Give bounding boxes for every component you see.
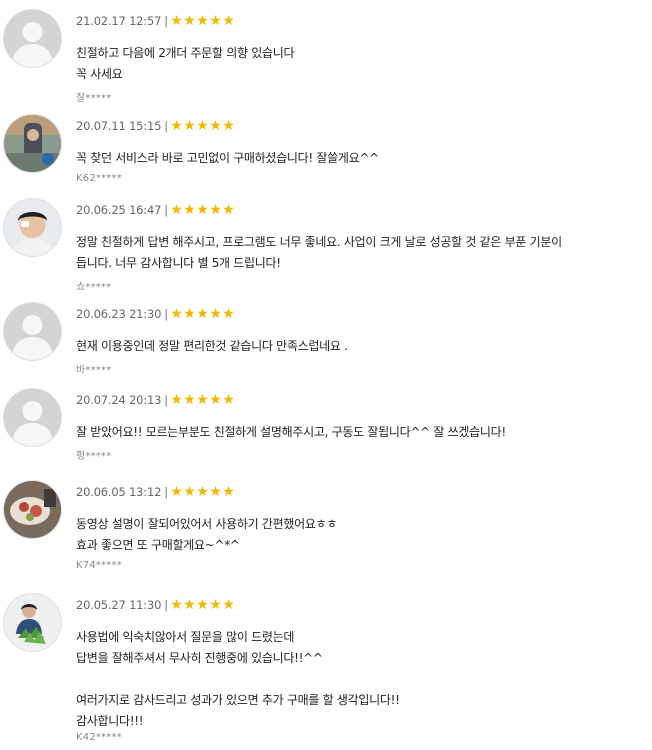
review-meta: 21.02.17 12:57 | ★ ★ ★ ★ ★ [76,13,235,29]
review-text: 잘 받았어요!! 모르는부분도 친절하게 설명해주시고, 구동도 잘됩니다^^ … [76,425,506,439]
review-author: 바***** [76,365,112,376]
review-meta: 20.06.23 21:30 | ★ ★ ★ ★ ★ [76,306,235,322]
default-avatar-icon [3,9,62,68]
star-icon: ★ [222,392,235,408]
review-meta: 20.06.25 16:47 | ★ ★ ★ ★ ★ [76,202,235,218]
star-icon: ★ [183,118,196,134]
star-icon: ★ [183,13,196,29]
star-icon: ★ [209,392,222,408]
rating-stars: ★ ★ ★ ★ ★ [170,14,235,28]
review-author: 펑***** [76,451,112,462]
star-icon: ★ [196,202,209,218]
review-text: 현재 이용중인데 정말 편리한것 같습니다 만족스럽네요 . [76,339,348,353]
star-icon: ★ [196,597,209,613]
star-icon: ★ [209,484,222,500]
star-icon: ★ [170,202,183,218]
rating-stars: ★ ★ ★ ★ ★ [170,307,235,321]
star-icon: ★ [183,484,196,500]
review-date: 20.07.24 20:13 [76,393,162,407]
star-icon: ★ [183,202,196,218]
star-icon: ★ [209,202,222,218]
review-date: 20.06.25 16:47 [76,203,162,217]
star-icon: ★ [170,13,183,29]
review-author: K62***** [76,173,122,184]
star-icon: ★ [183,392,196,408]
meta-separator: | [164,393,168,407]
default-avatar-icon [3,388,62,447]
star-icon: ★ [222,484,235,500]
star-icon: ★ [222,118,235,134]
review-author: 쇼***** [76,282,112,293]
review-author: 잘***** [76,93,112,104]
meta-separator: | [164,119,168,133]
star-icon: ★ [196,118,209,134]
star-icon: ★ [170,597,183,613]
star-icon: ★ [170,484,183,500]
photo-avatar-icon [3,198,62,257]
default-avatar-icon [3,302,62,361]
review-date: 20.06.05 13:12 [76,485,162,499]
meta-separator: | [164,14,168,28]
photo-avatar-icon [3,480,62,539]
review-text: 동영상 설명이 잘되어있어서 사용하기 간편했어요ㅎㅎ 효과 좋으면 또 구매할… [76,517,338,552]
meta-separator: | [164,598,168,612]
star-icon: ★ [183,306,196,322]
star-icon: ★ [222,597,235,613]
review-text: 친절하고 다음에 2개더 주문할 의향 있습니다 꼭 사세요 [76,46,295,81]
star-icon: ★ [209,118,222,134]
star-icon: ★ [222,13,235,29]
rating-stars: ★ ★ ★ ★ ★ [170,119,235,133]
review-meta: 20.07.24 20:13 | ★ ★ ★ ★ ★ [76,392,235,408]
review-date: 20.07.11 15:15 [76,119,162,133]
photo-avatar-icon [3,593,62,652]
star-icon: ★ [196,13,209,29]
star-icon: ★ [170,118,183,134]
star-icon: ★ [222,306,235,322]
star-icon: ★ [196,392,209,408]
rating-stars: ★ ★ ★ ★ ★ [170,203,235,217]
star-icon: ★ [209,13,222,29]
review-author: K74***** [76,560,122,571]
rating-stars: ★ ★ ★ ★ ★ [170,393,235,407]
rating-stars: ★ ★ ★ ★ ★ [170,485,235,499]
meta-separator: | [164,485,168,499]
review-text: 사용법에 익숙치않아서 질문을 많이 드렸는데 답변을 잘해주셔서 무사히 진행… [76,630,400,728]
photo-avatar-icon [3,114,62,173]
review-author: K42***** [76,732,122,743]
review-meta: 20.07.11 15:15 | ★ ★ ★ ★ ★ [76,118,235,134]
rating-stars: ★ ★ ★ ★ ★ [170,598,235,612]
review-date: 20.06.23 21:30 [76,307,162,321]
meta-separator: | [164,203,168,217]
review-meta: 20.05.27 11:30 | ★ ★ ★ ★ ★ [76,597,235,613]
star-icon: ★ [196,484,209,500]
star-icon: ★ [209,597,222,613]
star-icon: ★ [170,306,183,322]
review-text: 꼭 찾던 서비스라 바로 고민없이 구매하셨습니다! 잘쓸게요^^ [76,151,379,165]
review-date: 20.05.27 11:30 [76,598,162,612]
review-meta: 20.06.05 13:12 | ★ ★ ★ ★ ★ [76,484,235,500]
star-icon: ★ [222,202,235,218]
star-icon: ★ [170,392,183,408]
star-icon: ★ [183,597,196,613]
review-text: 정말 친절하게 답변 해주시고, 프로그램도 너무 좋네요. 사업이 크게 날로… [76,235,562,270]
star-icon: ★ [209,306,222,322]
review-date: 21.02.17 12:57 [76,14,162,28]
meta-separator: | [164,307,168,321]
star-icon: ★ [196,306,209,322]
